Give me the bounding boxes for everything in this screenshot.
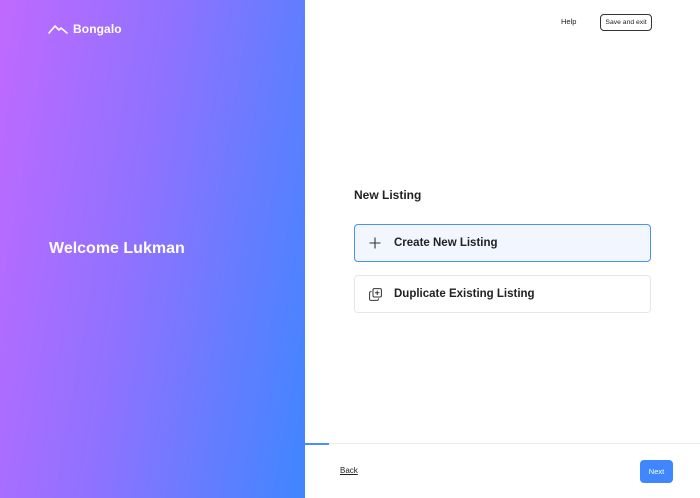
duplicate-icon xyxy=(368,287,382,301)
save-and-exit-button[interactable]: Save and exit xyxy=(600,14,652,31)
listing-panel: Help Save and exit New Listing Create Ne… xyxy=(305,0,700,498)
brand-name: Bongalo xyxy=(73,22,122,36)
welcome-heading: Welcome Lukman xyxy=(49,240,185,257)
plus-icon xyxy=(368,236,382,250)
brand-logo: Bongalo xyxy=(48,22,122,36)
option-label: Create New Listing xyxy=(394,237,498,249)
footer-divider xyxy=(305,443,700,444)
back-link[interactable]: Back xyxy=(340,466,358,475)
section-title: New Listing xyxy=(354,188,422,202)
progress-bar xyxy=(305,443,329,445)
option-label: Duplicate Existing Listing xyxy=(394,288,535,300)
duplicate-existing-listing-option[interactable]: Duplicate Existing Listing xyxy=(354,275,651,313)
welcome-panel: Bongalo Welcome Lukman xyxy=(0,0,305,498)
mountain-logo-icon xyxy=(48,23,68,35)
help-link[interactable]: Help xyxy=(561,16,576,28)
create-new-listing-option[interactable]: Create New Listing xyxy=(354,224,651,262)
next-button[interactable]: Next xyxy=(640,460,673,483)
